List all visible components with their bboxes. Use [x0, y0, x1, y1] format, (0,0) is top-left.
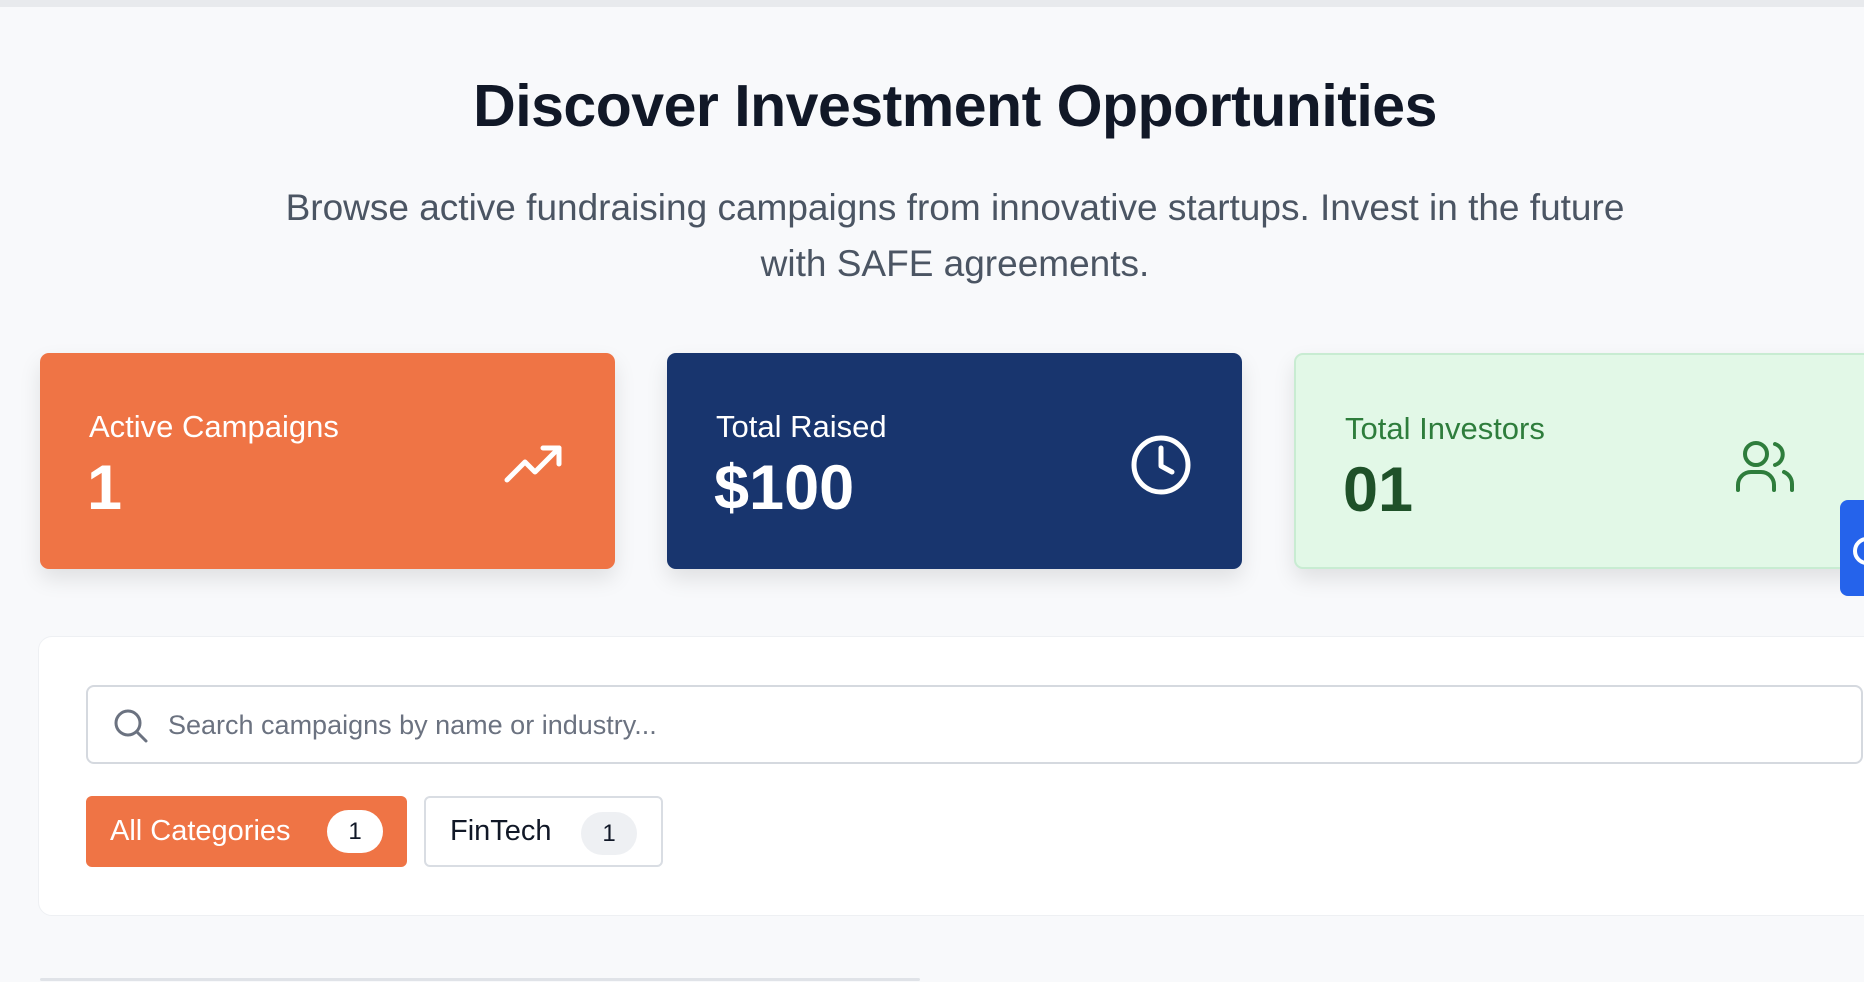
clock-icon: [1131, 435, 1191, 495]
category-filter-all[interactable]: All Categories 1: [86, 796, 407, 867]
category-filter-label: All Categories: [110, 815, 291, 847]
page: Discover Investment Opportunities Browse…: [0, 0, 1864, 982]
stat-value: 1: [87, 453, 123, 523]
category-filter-fintech[interactable]: FinTech 1: [424, 796, 663, 867]
stat-value: 01: [1343, 455, 1414, 525]
category-count-badge: 1: [327, 810, 383, 853]
stat-card-active-campaigns: Active Campaigns 1: [40, 353, 615, 569]
page-subtitle: Browse active fundraising campaigns from…: [285, 187, 1625, 284]
stat-card-total-investors: Total Investors 01: [1294, 353, 1864, 569]
floating-help-button[interactable]: [1840, 500, 1864, 596]
stat-label: Total Raised: [716, 409, 887, 444]
trending-up-icon: [504, 445, 562, 483]
search-box[interactable]: [86, 685, 1863, 764]
stat-label: Active Campaigns: [89, 409, 339, 444]
stat-card-total-raised: Total Raised $100: [667, 353, 1242, 569]
stat-value: $100: [714, 453, 855, 523]
page-title: Discover Investment Opportunities: [473, 73, 1437, 139]
stat-label: Total Investors: [1345, 411, 1545, 446]
search-input[interactable]: [168, 699, 1828, 751]
category-filter-label: FinTech: [450, 815, 552, 847]
category-count-badge: 1: [581, 812, 637, 855]
divider: [40, 978, 920, 981]
search-icon: [114, 709, 148, 743]
top-border: [0, 0, 1864, 7]
filter-panel: All Categories 1 FinTech 1: [38, 636, 1864, 916]
users-icon: [1736, 441, 1794, 492]
